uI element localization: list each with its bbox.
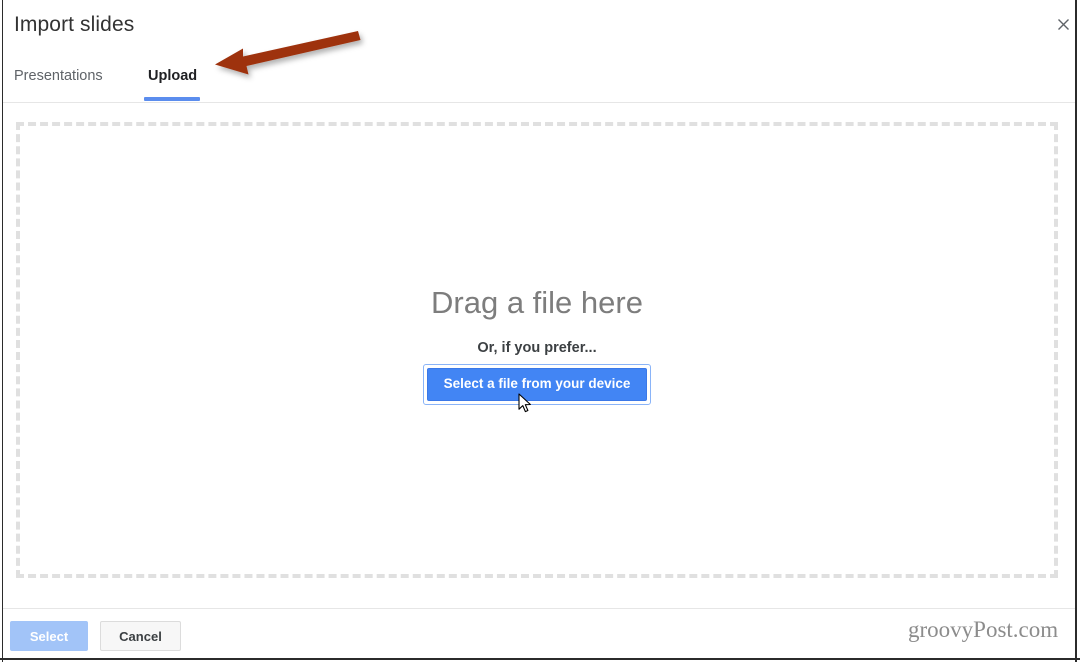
drag-file-label: Drag a file here	[431, 285, 643, 320]
tab-active-indicator	[144, 97, 200, 101]
tab-bar: Presentations Upload	[0, 60, 1074, 102]
select-file-button-wrapper: Select a file from your device	[422, 364, 652, 405]
footer-divider	[3, 608, 1075, 609]
watermark-label: groovyPost.com	[908, 617, 1059, 642]
tab-presentations[interactable]: Presentations	[14, 68, 103, 84]
close-button[interactable]	[1050, 13, 1076, 39]
window-border-right	[1075, 0, 1077, 662]
tab-upload[interactable]: Upload	[148, 68, 197, 84]
window-border-bottom	[0, 658, 1080, 660]
select-button[interactable]: Select	[10, 621, 88, 651]
drop-zone-content: Drag a file here Or, if you prefer... Se…	[20, 285, 1054, 405]
file-drop-zone[interactable]: Drag a file here Or, if you prefer... Se…	[16, 122, 1058, 578]
page-title: Import slides	[14, 13, 135, 36]
select-file-from-device-button[interactable]: Select a file from your device	[426, 368, 648, 401]
or-prefer-label: Or, if you prefer...	[477, 340, 597, 357]
header-divider	[3, 102, 1075, 103]
import-slides-dialog: Import slides Presentations Upload Drag …	[0, 0, 1080, 662]
close-icon	[1057, 18, 1070, 35]
cancel-button[interactable]: Cancel	[100, 621, 181, 651]
